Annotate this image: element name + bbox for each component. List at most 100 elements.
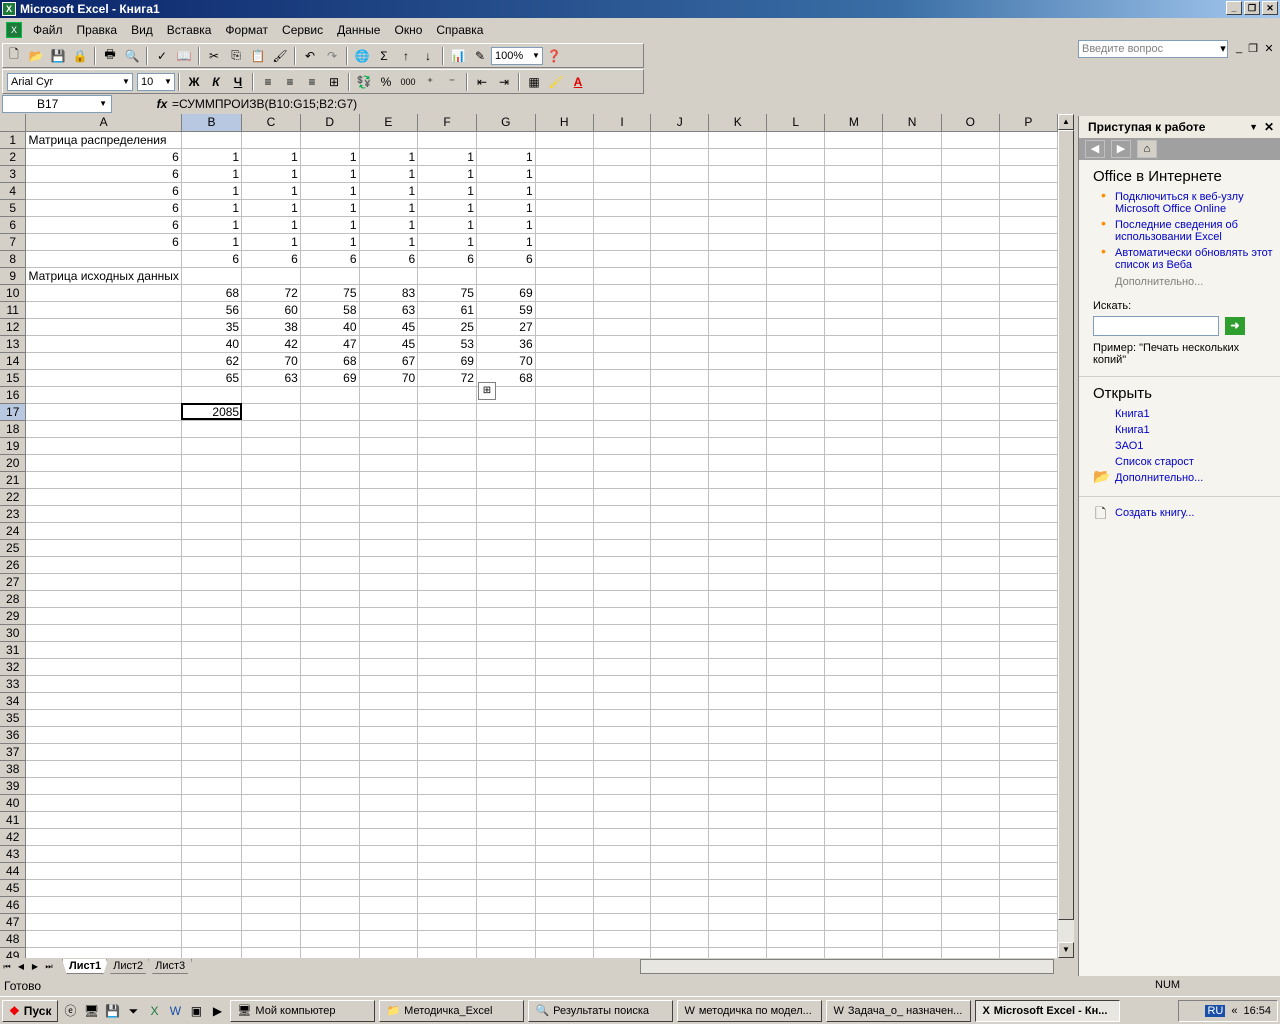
cell-b20[interactable]: [181, 454, 243, 472]
hyperlink-icon[interactable]: 🌐: [351, 45, 373, 66]
column-header-c[interactable]: C: [241, 114, 301, 132]
media-icon[interactable]: ▶: [208, 1002, 226, 1020]
cell-n8[interactable]: [882, 250, 942, 268]
link-office-online[interactable]: • Подключиться к веб-узлу Microsoft Offic…: [1079, 187, 1280, 217]
cell-n44[interactable]: [882, 862, 942, 880]
cell-j18[interactable]: [650, 420, 710, 438]
cell-k23[interactable]: [708, 505, 768, 523]
cell-o37[interactable]: [941, 743, 1000, 761]
cell-l43[interactable]: [766, 845, 826, 863]
cell-i26[interactable]: [593, 556, 652, 574]
cell-i10[interactable]: [593, 284, 652, 302]
cell-h2[interactable]: [535, 148, 594, 166]
cell-l45[interactable]: [766, 879, 826, 897]
cell-h36[interactable]: [535, 726, 594, 744]
cell-b28[interactable]: [181, 590, 243, 608]
cell-c12[interactable]: 38: [241, 318, 301, 336]
cell-f39[interactable]: [417, 777, 477, 795]
cell-m44[interactable]: [824, 862, 884, 880]
cell-m18[interactable]: [824, 420, 884, 438]
cell-j23[interactable]: [650, 505, 710, 523]
cell-k32[interactable]: [708, 658, 768, 676]
cell-m8[interactable]: [824, 250, 884, 268]
cell-h16[interactable]: [535, 386, 594, 404]
cell-l24[interactable]: [766, 522, 826, 540]
column-header-l[interactable]: L: [766, 114, 826, 132]
cell-e14[interactable]: 67: [359, 352, 419, 370]
cell-c49[interactable]: [241, 947, 301, 958]
cell-b31[interactable]: [181, 641, 243, 659]
doc-close-button[interactable]: ✕: [1262, 42, 1276, 55]
cell-b14[interactable]: 62: [181, 352, 243, 370]
cell-e36[interactable]: [359, 726, 419, 744]
cell-p5[interactable]: [999, 199, 1058, 217]
cell-o36[interactable]: [941, 726, 1000, 744]
cell-l1[interactable]: [766, 131, 826, 149]
cell-d43[interactable]: [300, 845, 360, 863]
cell-o27[interactable]: [941, 573, 1000, 591]
cell-b32[interactable]: [181, 658, 243, 676]
cell-h14[interactable]: [535, 352, 594, 370]
cell-g13[interactable]: 36: [476, 335, 536, 353]
task-word-doc-1[interactable]: Wметодичка по модел...: [677, 999, 823, 1022]
cell-p34[interactable]: [999, 692, 1058, 710]
cell-m48[interactable]: [824, 930, 884, 948]
cell-n38[interactable]: [882, 760, 942, 778]
cell-p31[interactable]: [999, 641, 1058, 659]
cell-e13[interactable]: 45: [359, 335, 419, 353]
cell-i12[interactable]: [593, 318, 652, 336]
cell-n32[interactable]: [882, 658, 942, 676]
cell-d37[interactable]: [300, 743, 360, 761]
cell-j40[interactable]: [650, 794, 710, 812]
cell-n18[interactable]: [882, 420, 942, 438]
cell-o25[interactable]: [941, 539, 1000, 557]
menu-tools[interactable]: Сервис: [275, 19, 330, 41]
cell-n39[interactable]: [882, 777, 942, 795]
save-icon[interactable]: 💾: [47, 45, 69, 66]
cell-o34[interactable]: [941, 692, 1000, 710]
cell-c32[interactable]: [241, 658, 301, 676]
recent-file-2[interactable]: Книга1: [1079, 422, 1280, 438]
cell-i29[interactable]: [593, 607, 652, 625]
cell-f15[interactable]: 72: [417, 369, 477, 387]
cell-j28[interactable]: [650, 590, 710, 608]
row-header[interactable]: 12: [0, 318, 27, 336]
cell-h49[interactable]: [535, 947, 594, 958]
cell-m38[interactable]: [824, 760, 884, 778]
cell-f37[interactable]: [417, 743, 477, 761]
cell-p22[interactable]: [999, 488, 1058, 506]
row-header[interactable]: 3: [0, 165, 27, 183]
cell-c44[interactable]: [241, 862, 301, 880]
cell-m14[interactable]: [824, 352, 884, 370]
sheet-tab-1[interactable]: Лист1: [62, 959, 109, 974]
increase-decimal-icon[interactable]: ⁺: [419, 71, 441, 92]
row-header[interactable]: 41: [0, 811, 27, 829]
cell-k39[interactable]: [708, 777, 768, 795]
cell-d14[interactable]: 68: [300, 352, 360, 370]
cell-a43[interactable]: [25, 845, 182, 863]
cell-j35[interactable]: [650, 709, 710, 727]
cell-f25[interactable]: [417, 539, 477, 557]
cell-d30[interactable]: [300, 624, 360, 642]
open-icon[interactable]: 📂: [25, 45, 47, 66]
row-header[interactable]: 23: [0, 505, 27, 523]
expand-tray-icon[interactable]: «: [1231, 1005, 1237, 1017]
cell-h29[interactable]: [535, 607, 594, 625]
cell-e22[interactable]: [359, 488, 419, 506]
cell-a3[interactable]: 6: [25, 165, 182, 183]
prev-sheet-icon[interactable]: ◀: [14, 962, 28, 971]
cell-a24[interactable]: [25, 522, 182, 540]
last-sheet-icon[interactable]: ⏭: [42, 962, 56, 972]
cell-i21[interactable]: [593, 471, 652, 489]
cell-b17[interactable]: 2085: [181, 403, 243, 421]
cell-c36[interactable]: [241, 726, 301, 744]
cell-i41[interactable]: [593, 811, 652, 829]
cell-h23[interactable]: [535, 505, 594, 523]
cell-g29[interactable]: [476, 607, 536, 625]
cell-i25[interactable]: [593, 539, 652, 557]
cell-a31[interactable]: [25, 641, 182, 659]
cell-d31[interactable]: [300, 641, 360, 659]
cell-o1[interactable]: [941, 131, 1000, 149]
cell-g45[interactable]: [476, 879, 536, 897]
cell-p25[interactable]: [999, 539, 1058, 557]
